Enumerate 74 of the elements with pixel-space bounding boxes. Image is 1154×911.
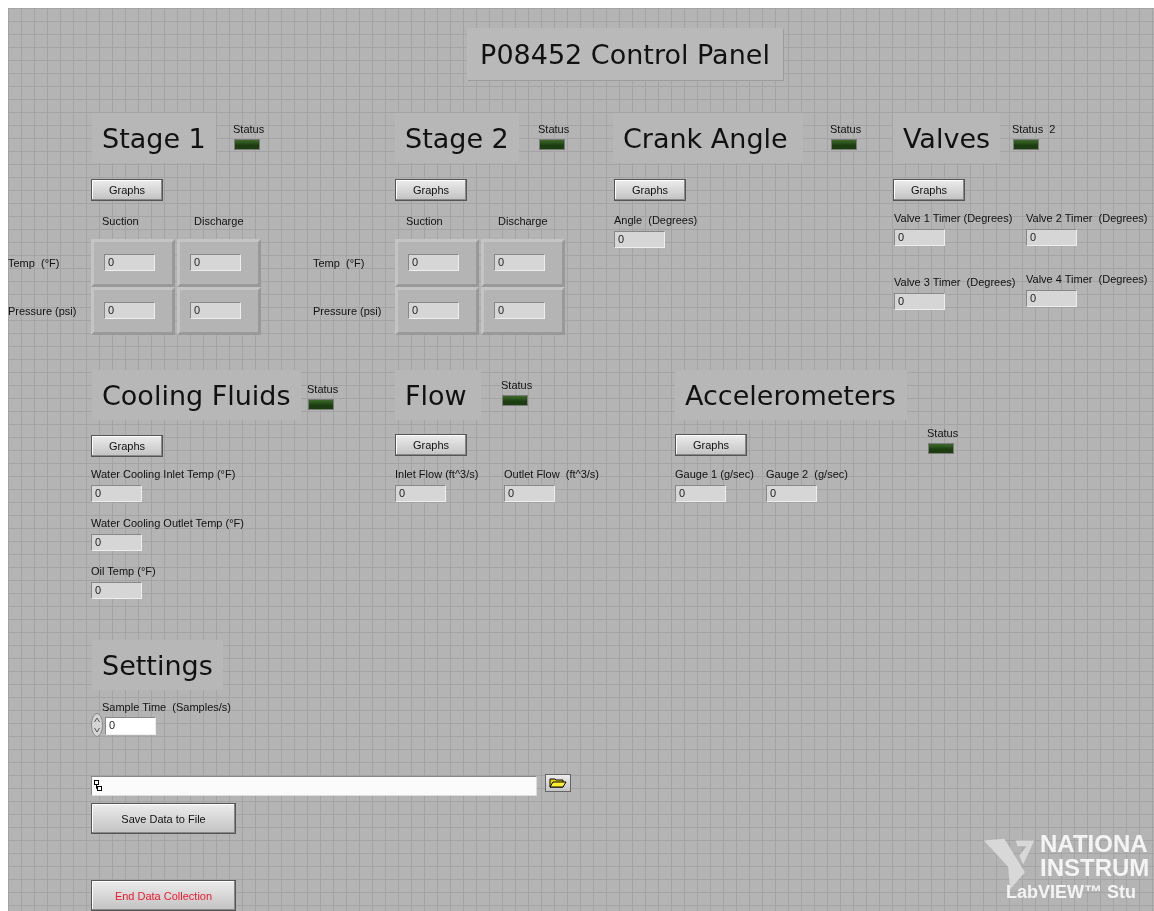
numeric-field[interactable]: 0 xyxy=(894,293,945,310)
field-label: Valve 1 Timer (Degrees) xyxy=(894,212,1013,225)
save-data-button[interactable]: Save Data to File xyxy=(91,803,236,834)
graphs-button[interactable]: Graphs xyxy=(395,179,467,201)
field-label: Gauge 1 (g/sec) xyxy=(675,468,754,481)
field-label: Angle (Degrees) xyxy=(614,214,698,227)
field-label: Water Cooling Outlet Temp (°F) xyxy=(91,517,244,530)
graphs-button[interactable]: Graphs xyxy=(91,435,163,457)
status-label: Status 2 xyxy=(1012,123,1056,136)
numeric-field[interactable]: 0 xyxy=(494,254,545,271)
section-title: Stage 1 xyxy=(92,113,216,163)
section-title: Accelerometers xyxy=(675,370,907,420)
path-icon xyxy=(94,780,102,792)
field-label: Valve 4 Timer (Degrees) xyxy=(1026,273,1148,286)
numeric-field[interactable]: 0 xyxy=(504,485,555,502)
graphs-button[interactable]: Graphs xyxy=(395,434,467,456)
column-header: Suction xyxy=(102,215,139,228)
status-label: Status xyxy=(830,123,862,136)
numeric-field[interactable]: 0 xyxy=(408,254,459,271)
numeric-field[interactable]: 0 xyxy=(190,302,241,319)
section-title: Flow xyxy=(395,370,481,420)
column-header: Discharge xyxy=(194,215,244,228)
field-label: Outlet Flow (ft^3/s) xyxy=(504,468,599,481)
row-label: Temp (°F) xyxy=(313,257,365,270)
section-title: Stage 2 xyxy=(395,113,519,163)
field-label: Valve 2 Timer (Degrees) xyxy=(1026,212,1148,225)
graphs-button[interactable]: Graphs xyxy=(675,434,747,456)
status-label: Status xyxy=(501,379,533,392)
logo-text: NATIONA xyxy=(1040,832,1149,856)
section-title: Valves xyxy=(893,113,1001,163)
numeric-field[interactable]: 0 xyxy=(91,582,142,599)
numeric-field[interactable]: 0 xyxy=(675,485,726,502)
row-label: Pressure (psi) xyxy=(8,305,77,318)
field-label: Inlet Flow (ft^3/s) xyxy=(395,468,479,481)
path-field[interactable] xyxy=(91,776,537,796)
numeric-field[interactable]: 0 xyxy=(494,302,545,319)
graphs-button[interactable]: Graphs xyxy=(91,179,163,201)
numeric-field[interactable]: 0 xyxy=(104,302,155,319)
column-header: Discharge xyxy=(498,215,548,228)
field-label: Gauge 2 (g/sec) xyxy=(766,468,848,481)
browse-button[interactable] xyxy=(545,774,571,792)
spinner-icon[interactable] xyxy=(91,713,103,737)
field-label: Oil Temp (°F) xyxy=(91,565,156,578)
field-label: Water Cooling Inlet Temp (°F) xyxy=(91,468,236,481)
numeric-field[interactable]: 0 xyxy=(766,485,817,502)
numeric-field[interactable]: 0 xyxy=(190,254,241,271)
logo-text: INSTRUM xyxy=(1040,856,1150,880)
section-title: Settings xyxy=(92,640,223,690)
numeric-field[interactable]: 0 xyxy=(408,302,459,319)
numeric-field[interactable]: 0 xyxy=(894,229,945,246)
section-title: Crank Angle xyxy=(613,113,803,163)
field-label: Valve 3 Timer (Degrees) xyxy=(894,276,1016,289)
status-label: Status xyxy=(927,427,959,440)
panel-title: P08452 Control Panel xyxy=(467,28,783,80)
numeric-field[interactable]: 0 xyxy=(1026,229,1077,246)
status-label: Status xyxy=(233,123,265,136)
status-label: Status xyxy=(307,383,339,396)
numeric-field[interactable]: 0 xyxy=(91,485,142,502)
numeric-field[interactable]: 0 xyxy=(1026,290,1077,307)
numeric-field[interactable]: 0 xyxy=(91,534,142,551)
graphs-button[interactable]: Graphs xyxy=(893,179,965,201)
graphs-button[interactable]: Graphs xyxy=(614,179,686,201)
numeric-field[interactable]: 0 xyxy=(614,231,665,248)
numeric-field[interactable]: 0 xyxy=(104,254,155,271)
status-label: Status xyxy=(538,123,570,136)
row-label: Temp (°F) xyxy=(8,257,60,270)
row-label: Pressure (psi) xyxy=(313,305,382,318)
folder-icon xyxy=(549,777,567,789)
column-header: Suction xyxy=(406,215,443,228)
numeric-field[interactable]: 0 xyxy=(395,485,446,502)
logo-text: LabVIEW™ Stu xyxy=(1006,881,1137,904)
section-title: Cooling Fluids xyxy=(92,370,301,420)
field-label: Sample Time (Samples/s) xyxy=(102,701,231,714)
sample-time-field[interactable]: 0 xyxy=(105,717,156,735)
